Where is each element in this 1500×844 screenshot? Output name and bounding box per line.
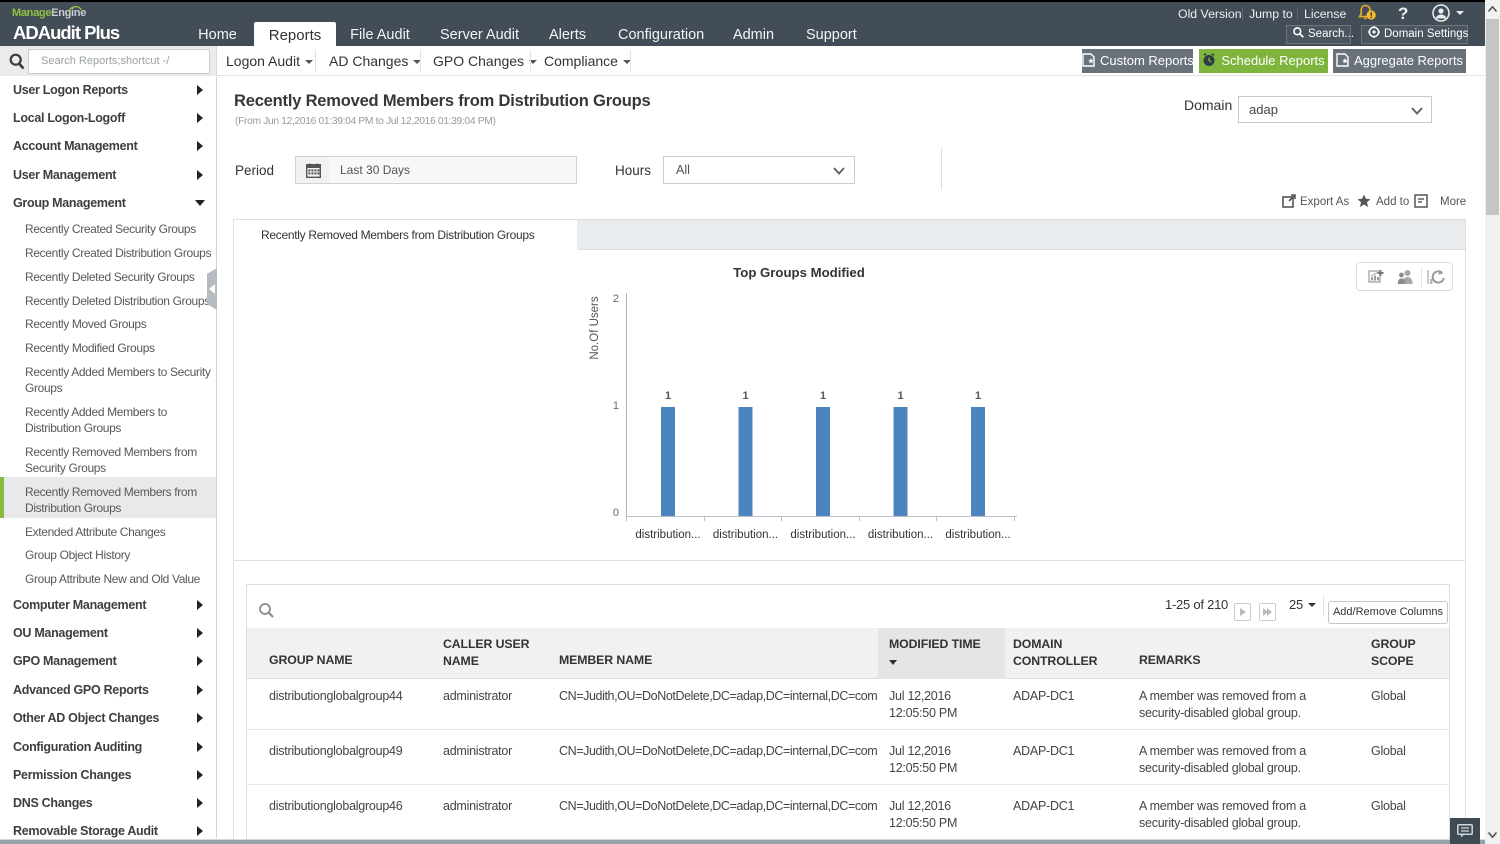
svg-text:2: 2	[613, 293, 619, 305]
svg-text:1: 1	[613, 400, 619, 412]
svg-text:1: 1	[975, 390, 981, 402]
svg-text:No.Of Users: No.Of Users	[589, 296, 601, 360]
svg-text:distribution...: distribution...	[635, 529, 700, 541]
svg-text:1: 1	[665, 390, 671, 402]
svg-text:0: 0	[613, 507, 619, 519]
svg-text:distribution...: distribution...	[790, 529, 855, 541]
svg-text:1: 1	[897, 390, 903, 402]
svg-text:distribution...: distribution...	[945, 529, 1010, 541]
svg-text:distribution...: distribution...	[713, 529, 778, 541]
svg-text:distribution...: distribution...	[868, 529, 933, 541]
svg-text:1: 1	[820, 390, 826, 402]
svg-text:1: 1	[742, 390, 748, 402]
